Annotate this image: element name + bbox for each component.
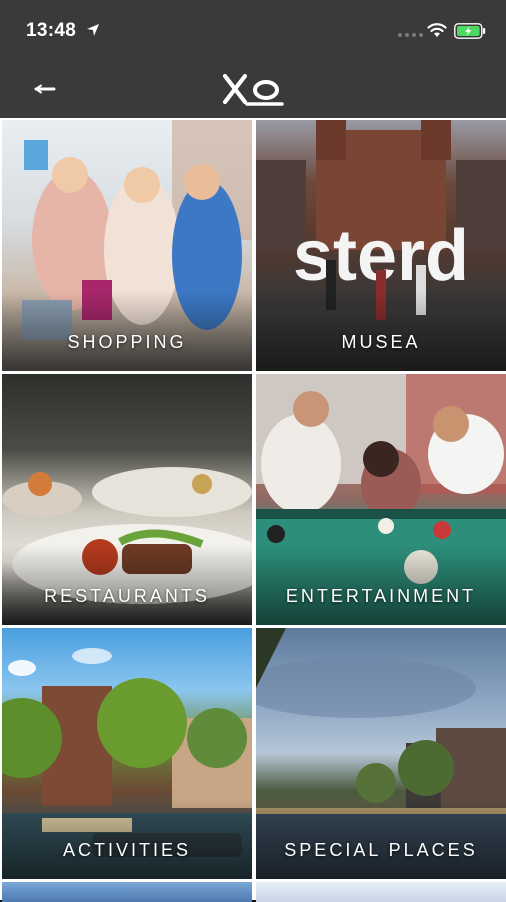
tile-label: RESTAURANTS bbox=[44, 586, 210, 606]
wifi-icon bbox=[427, 23, 447, 37]
tile-label: MUSEA bbox=[341, 332, 421, 352]
tile-label: SPECIAL PLACES bbox=[284, 840, 478, 860]
nav-bar bbox=[0, 60, 506, 118]
category-grid: SHOPPING sterd MUSEA RESTAURANTS ENTERTA… bbox=[0, 118, 506, 902]
xo-logo bbox=[222, 73, 284, 106]
signal-dots bbox=[398, 33, 423, 37]
category-tile-shopping[interactable]: SHOPPING bbox=[2, 120, 252, 371]
location-arrow-icon bbox=[87, 24, 99, 36]
category-tile-musea[interactable]: sterd MUSEA bbox=[256, 120, 506, 371]
tile-label: ACTIVITIES bbox=[62, 840, 191, 860]
category-tile-partial[interactable] bbox=[2, 882, 252, 902]
category-tile-entertainment[interactable]: ENTERTAINMENT bbox=[256, 374, 506, 625]
category-tile-partial[interactable] bbox=[256, 882, 506, 902]
category-tile-activities[interactable]: ACTIVITIES bbox=[2, 628, 252, 879]
status-bar: 13:48 bbox=[0, 0, 506, 60]
tile-label: SHOPPING bbox=[67, 332, 187, 352]
category-tile-restaurants[interactable]: RESTAURANTS bbox=[2, 374, 252, 625]
battery-charging-icon bbox=[454, 23, 486, 39]
category-tile-special-places[interactable]: SPECIAL PLACES bbox=[256, 628, 506, 879]
back-arrow-icon[interactable] bbox=[30, 78, 60, 100]
tile-label: ENTERTAINMENT bbox=[285, 586, 477, 606]
status-time: 13:48 bbox=[26, 20, 77, 41]
